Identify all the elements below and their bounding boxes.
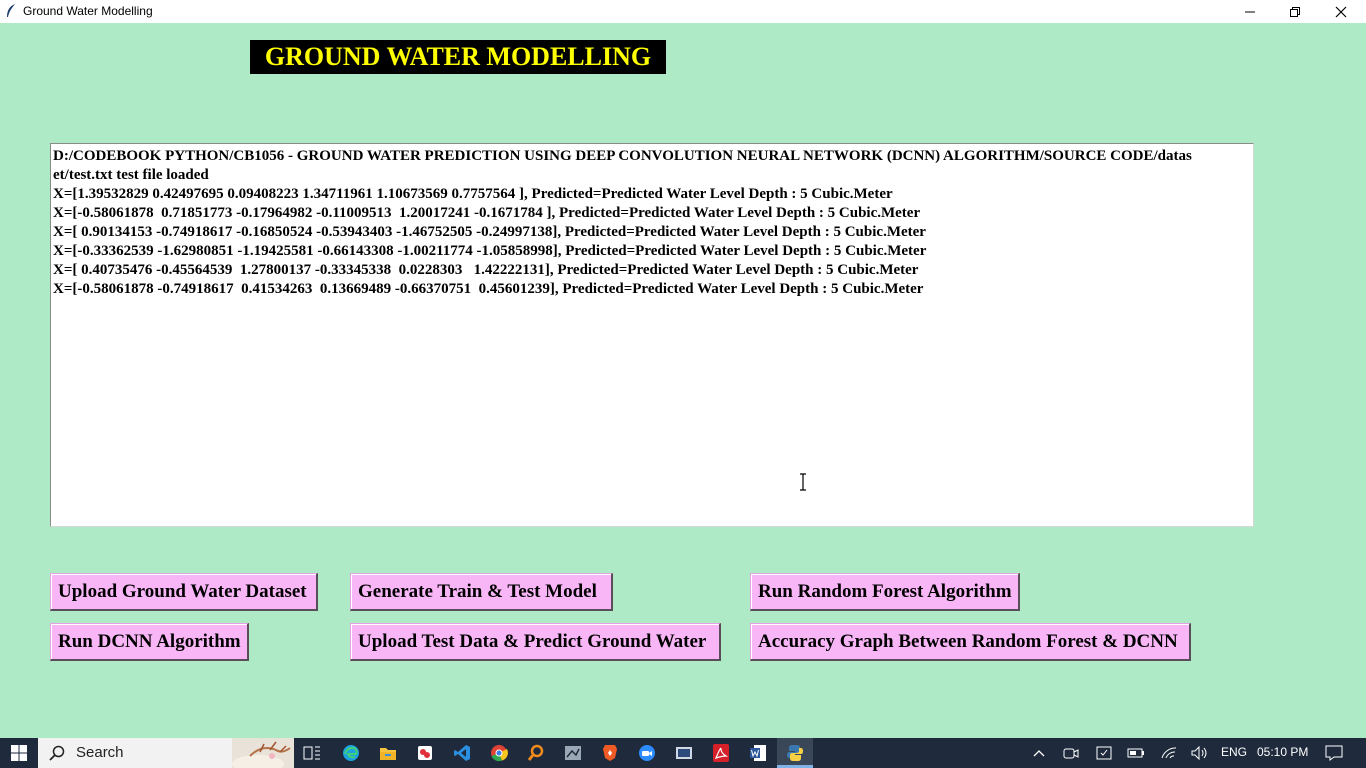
taskbar-app-vscode[interactable] — [444, 738, 480, 768]
page-title: GROUND WATER MODELLING — [250, 40, 666, 74]
minimize-icon — [1245, 11, 1255, 12]
taskbar-app-brave[interactable] — [592, 738, 628, 768]
volume-icon — [1191, 746, 1207, 760]
close-button[interactable] — [1318, 0, 1364, 23]
upload-test-predict-button[interactable]: Upload Test Data & Predict Ground Water — [350, 623, 721, 661]
taskbar-search[interactable]: Search — [38, 738, 294, 768]
vscode-icon — [454, 745, 470, 761]
output-line: X=[ 0.90134153 -0.74918617 -0.16850524 -… — [53, 224, 926, 240]
tray-battery[interactable] — [1125, 738, 1147, 768]
feather-icon — [6, 4, 16, 18]
window-title: Ground Water Modelling — [23, 4, 153, 18]
search-highlight-icon — [232, 738, 294, 768]
taskbar-app-zoom[interactable] — [629, 738, 665, 768]
security-icon — [1096, 746, 1112, 760]
output-line: X=[1.39532829 0.42497695 0.09408223 1.34… — [53, 186, 893, 202]
task-view-icon — [303, 746, 320, 760]
output-line: X=[-0.58061878 -0.74918617 0.41534263 0.… — [53, 281, 924, 297]
output-line: D:/CODEBOOK PYTHON/CB1056 - GROUND WATER… — [53, 148, 1192, 164]
wifi-icon — [1161, 747, 1177, 759]
search-app-icon — [527, 744, 544, 761]
taskbar-app-acrobat[interactable] — [703, 738, 739, 768]
minimize-button[interactable] — [1227, 0, 1273, 23]
text-cursor-icon — [797, 473, 809, 491]
meet-now-icon — [1063, 748, 1079, 759]
taskbar-app-chrome[interactable] — [481, 738, 517, 768]
chrome-icon — [491, 745, 508, 762]
taskbar-app-edge[interactable] — [333, 738, 369, 768]
taskbar-app-explorer[interactable] — [370, 738, 406, 768]
chevron-up-icon — [1033, 750, 1045, 757]
tray-overflow-button[interactable] — [1028, 738, 1050, 768]
acrobat-icon — [713, 744, 729, 762]
run-dcnn-button[interactable]: Run DCNN Algorithm — [50, 623, 249, 661]
sc-app-icon — [676, 747, 692, 759]
taskbar-app-red[interactable] — [407, 738, 443, 768]
python-icon — [787, 745, 803, 761]
edge-icon — [343, 745, 359, 761]
app-icon — [418, 746, 432, 760]
close-icon — [1335, 6, 1347, 17]
tray-volume[interactable] — [1189, 738, 1211, 768]
output-line: X=[ 0.40735476 -0.45564539 1.27800137 -0… — [53, 262, 919, 278]
search-icon — [49, 745, 65, 761]
taskbar: Search ENG 05:10 PM — [0, 738, 1366, 768]
clock[interactable]: 05:10 PM — [1257, 745, 1308, 759]
output-line: X=[-0.58061878 0.71851773 -0.17964982 -0… — [53, 205, 921, 221]
restore-button[interactable] — [1272, 0, 1318, 23]
task-view-button[interactable] — [296, 738, 328, 768]
word-icon — [750, 745, 766, 761]
app-icon — [565, 746, 581, 760]
brave-icon — [603, 745, 617, 761]
output-text-area[interactable]: D:/CODEBOOK PYTHON/CB1056 - GROUND WATER… — [50, 143, 1254, 527]
language-indicator[interactable]: ENG — [1221, 745, 1247, 759]
tray-security[interactable] — [1093, 738, 1115, 768]
taskbar-app-gray[interactable] — [555, 738, 591, 768]
output-line: et/test.txt test file loaded — [53, 167, 209, 183]
zoom-icon — [639, 745, 655, 761]
accuracy-graph-button[interactable]: Accuracy Graph Between Random Forest & D… — [750, 623, 1191, 661]
battery-icon — [1127, 748, 1144, 758]
taskbar-app-search[interactable] — [518, 738, 554, 768]
run-random-forest-button[interactable]: Run Random Forest Algorithm — [750, 573, 1020, 611]
windows-icon — [11, 745, 27, 761]
tray-wifi[interactable] — [1158, 738, 1180, 768]
notification-button[interactable] — [1322, 738, 1346, 768]
output-line: X=[-0.33362539 -1.62980851 -1.19425581 -… — [53, 243, 927, 259]
start-button[interactable] — [0, 738, 38, 768]
upload-dataset-button[interactable]: Upload Ground Water Dataset — [50, 573, 318, 611]
title-bar: Ground Water Modelling — [0, 0, 1366, 23]
restore-icon — [1290, 6, 1300, 17]
taskbar-app-word[interactable] — [740, 738, 776, 768]
taskbar-app-sc[interactable] — [666, 738, 702, 768]
file-explorer-icon — [380, 748, 396, 760]
tray-meet-now[interactable] — [1060, 738, 1082, 768]
notification-icon — [1325, 745, 1343, 761]
taskbar-app-python[interactable] — [777, 738, 813, 768]
search-placeholder: Search — [76, 744, 124, 761]
generate-model-button[interactable]: Generate Train & Test Model — [350, 573, 613, 611]
